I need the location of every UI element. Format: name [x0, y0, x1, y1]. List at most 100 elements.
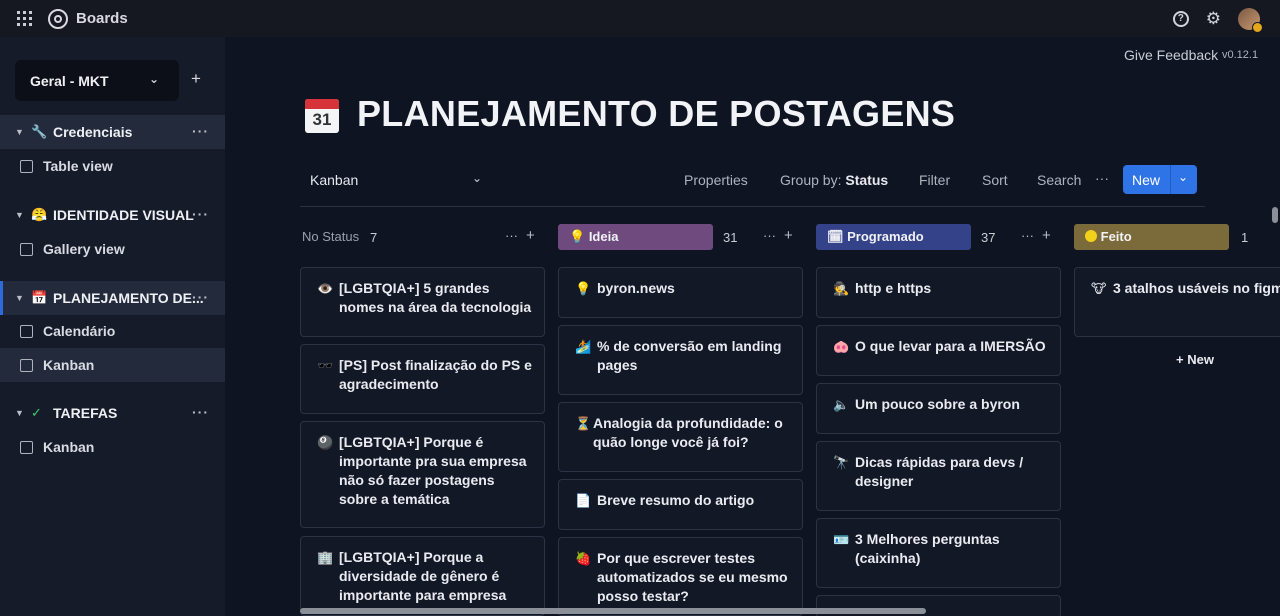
filter-button[interactable]: Filter — [919, 172, 950, 188]
kanban-card[interactable]: 👁️ [LGBTQIA+] 5 grandes nomes na área da… — [300, 267, 545, 337]
kanban-card[interactable]: 🎱 [LGBTQIA+] Porque é importante pra sua… — [300, 421, 545, 528]
kanban-card[interactable]: 🔭 Dicas rápidas para devs / designer — [816, 441, 1061, 511]
sidebar-item-label: Calendário — [43, 323, 116, 339]
page-title[interactable]: PLANEJAMENTO DE POSTAGENS — [357, 93, 955, 135]
more-options-icon[interactable]: ··· — [505, 228, 518, 243]
calendar-icon — [20, 324, 33, 338]
more-options-icon[interactable]: ··· — [192, 206, 209, 222]
group-icon: 😤 — [31, 207, 48, 222]
view-selector[interactable]: Kanban — [310, 172, 358, 188]
calendar-page-icon[interactable]: 31 — [305, 99, 339, 133]
yellow-circle-icon — [1085, 230, 1097, 242]
group-by-label: Group by: — [780, 172, 842, 188]
kanban-card[interactable]: 🐽 O que levar para a IMERSÃO — [816, 325, 1061, 376]
app-grid-icon[interactable] — [17, 11, 32, 26]
sidebar-group-credenciais[interactable]: ▼ 🔧 Credenciais ··· — [0, 115, 225, 149]
column-count: 1 — [1241, 230, 1249, 245]
card-hourglass-icon: ⏳ — [575, 416, 592, 431]
card-surfer-icon: 🏄 — [575, 339, 592, 354]
help-icon[interactable]: ? — [1172, 10, 1189, 27]
workspace-switcher[interactable]: Geral - MKT ⌄ — [15, 60, 179, 101]
card-8-ball-icon: 🎱 — [317, 435, 334, 450]
sidebar-item-kanban[interactable]: Kanban — [0, 348, 225, 382]
workspace-name: Geral - MKT — [30, 72, 109, 89]
add-card-icon[interactable]: + — [784, 227, 793, 244]
card-title: [LGBTQIA+] Porque é importante pra sua e… — [339, 434, 527, 507]
card-title: Por que escrever testes automatizados se… — [597, 550, 788, 604]
sidebar-item-gallery-view[interactable]: Gallery view — [0, 232, 225, 266]
board-icon — [20, 440, 33, 454]
card-title: O que levar para a IMERSÃO — [855, 338, 1046, 354]
card-title: % de conversão em landing pages — [597, 338, 782, 373]
app-title: Boards — [76, 10, 128, 27]
more-options-icon[interactable]: ··· — [1021, 228, 1034, 243]
column-count: 7 — [370, 230, 378, 245]
kanban-card[interactable]: 🔈 Um pouco sobre a byron — [816, 383, 1061, 434]
sidebar-item-kanban-tarefas[interactable]: Kanban — [0, 430, 225, 464]
sidebar-group-identidade-visual[interactable]: ▼ 😤 IDENTIDADE VISUAL ··· — [0, 198, 225, 232]
card-title: 3 atalhos usáveis no figma [pexe] — [1113, 280, 1280, 296]
sidebar-group-planejamento[interactable]: ▼ 📅 PLANEJAMENTO DE... ··· — [0, 281, 225, 315]
column-header: 🗓 Programado 37 ··· + — [816, 224, 1061, 250]
card-sunglasses-icon: 🕶️ — [317, 358, 334, 373]
sidebar-item-table-view[interactable]: Table view — [0, 149, 225, 183]
more-options-icon[interactable]: ··· — [1095, 170, 1109, 186]
card-title: byron.news — [597, 280, 675, 296]
chevron-down-icon[interactable]: ⌄ — [472, 171, 482, 185]
sort-button[interactable]: Sort — [982, 172, 1008, 188]
version-label: v0.12.1 — [1222, 49, 1259, 61]
new-card-button[interactable]: New ⌄ — [1123, 165, 1197, 194]
kanban-column-feito: Feito 1 🐮 3 atalhos usáveis no figma [pe… — [1074, 224, 1280, 374]
properties-button[interactable]: Properties — [684, 172, 748, 188]
kanban-card[interactable]: 🏄 % de conversão em landing pages — [558, 325, 803, 395]
avatar[interactable] — [1238, 7, 1263, 33]
sidebar-item-calendario[interactable]: Calendário — [0, 314, 225, 348]
column-title[interactable]: No Status — [300, 224, 359, 250]
horizontal-scrollbar[interactable] — [300, 608, 926, 614]
chevron-down-icon[interactable]: ⌄ — [1178, 170, 1188, 184]
card-speaker-icon: 🔈 — [833, 397, 850, 412]
column-header: No Status 7 ··· + — [300, 224, 545, 250]
kanban-card[interactable]: 🪪 3 Melhores perguntas (caixinha) — [816, 518, 1061, 588]
kanban-card[interactable]: 💡 byron.news — [558, 267, 803, 318]
add-board-icon[interactable]: + — [191, 69, 201, 89]
add-card-icon[interactable]: + — [526, 227, 535, 244]
collapse-arrow-icon[interactable]: ▼ — [15, 127, 24, 137]
card-eye-icon: 👁️ — [317, 281, 334, 296]
card-title: [PS] Post finalização do PS e agradecime… — [339, 357, 532, 392]
sidebar-group-tarefas[interactable]: ▼ ✓ TAREFAS ··· — [0, 396, 225, 430]
collapse-arrow-icon[interactable]: ▼ — [15, 408, 24, 418]
more-options-icon[interactable]: ··· — [192, 289, 209, 305]
kanban-column-programado: 🗓 Programado 37 ··· + 🕵️ http e https 🐽 … — [816, 224, 1061, 616]
card-title: Dicas rápidas para devs / designer — [855, 454, 1024, 489]
add-new-card-button[interactable]: + New — [1176, 352, 1214, 367]
gear-icon[interactable]: ⚙ — [1206, 10, 1221, 27]
collapse-arrow-icon[interactable]: ▼ — [15, 210, 24, 220]
column-title[interactable]: 💡 Ideia — [558, 224, 713, 250]
more-options-icon[interactable]: ··· — [192, 123, 209, 139]
kanban-card[interactable]: 🍓 Por que escrever testes automatizados … — [558, 537, 803, 616]
table-icon — [20, 159, 33, 173]
column-count: 31 — [723, 230, 738, 245]
kanban-card[interactable]: 🏢 [LGBTQIA+] Porque a diversidade de gên… — [300, 536, 545, 616]
group-by-button[interactable]: Group by: Status — [780, 172, 888, 188]
more-options-icon[interactable]: ··· — [763, 228, 776, 243]
checkmark-icon: ✓ — [31, 405, 42, 420]
give-feedback-link[interactable]: Give Feedback — [1124, 47, 1218, 63]
more-options-icon[interactable]: ··· — [192, 404, 209, 420]
kanban-card[interactable]: 🕶️ [PS] Post finalização do PS e agradec… — [300, 344, 545, 414]
column-title[interactable]: Feito — [1074, 224, 1229, 250]
kanban-card[interactable]: ⏳ Analogia da profundidade: o quão longe… — [558, 402, 803, 472]
collapse-arrow-icon[interactable]: ▼ — [15, 293, 24, 303]
sidebar-group-label: IDENTIDADE VISUAL — [53, 207, 194, 223]
card-title: [LGBTQIA+] 5 grandes nomes na área da te… — [339, 280, 532, 315]
kanban-card[interactable]: 📄 Breve resumo do artigo — [558, 479, 803, 530]
sidebar-group-label: Credenciais — [53, 124, 133, 140]
search-button[interactable]: Search — [1037, 172, 1081, 188]
add-card-icon[interactable]: + — [1042, 227, 1051, 244]
kanban-card[interactable]: 🐮 3 atalhos usáveis no figma [pexe] — [1074, 267, 1280, 337]
vertical-scrollbar[interactable] — [1272, 207, 1278, 223]
kanban-column-no-status: No Status 7 ··· + 👁️ [LGBTQIA+] 5 grande… — [300, 224, 545, 616]
kanban-card[interactable]: 🕵️ http e https — [816, 267, 1061, 318]
column-title[interactable]: 🗓 Programado — [816, 224, 971, 250]
